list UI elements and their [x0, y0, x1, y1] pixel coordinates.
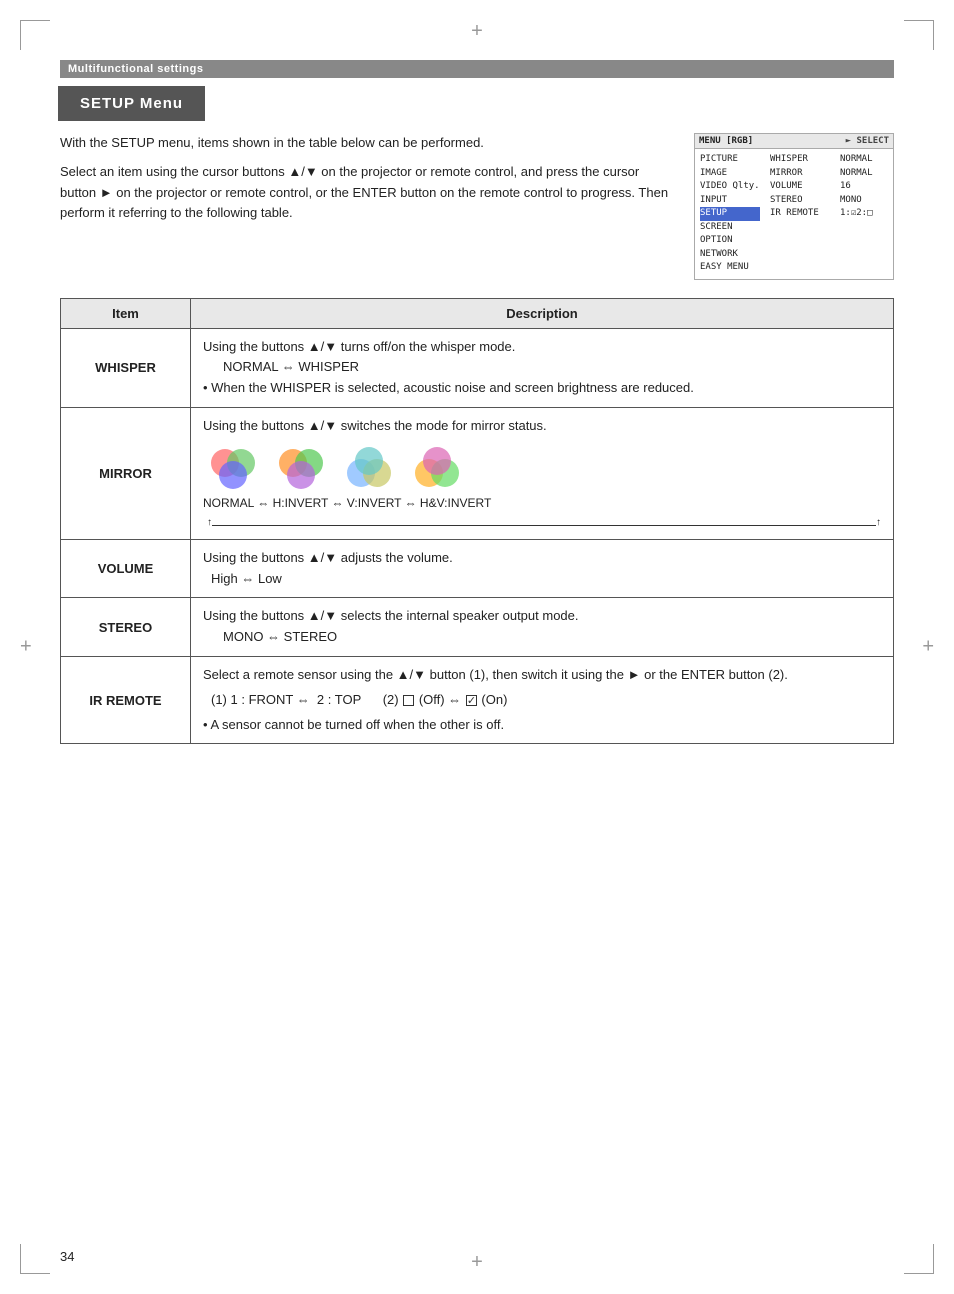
menu-set-mono: MONO — [840, 194, 885, 208]
menu-set-ir: 1:☑2:□ — [840, 207, 885, 221]
mirror-img-vinvert — [339, 445, 399, 490]
stereo-line2: MONO ⇔ STEREO — [223, 627, 881, 648]
volume-line1: Using the buttons ▲/▼ adjusts the volume… — [203, 548, 881, 569]
menu-val-whisper: WHISPER — [770, 153, 830, 167]
whisper-line2: NORMAL ⇔ WHISPER — [223, 357, 881, 378]
item-mirror: MIRROR — [61, 407, 191, 539]
menu-row-video: VIDEO Qlty. — [700, 180, 760, 194]
table-row-volume: VOLUME Using the buttons ▲/▼ adjusts the… — [61, 539, 894, 598]
menu-col-settings: NORMAL NORMAL 16 MONO 1:☑2:□ — [835, 151, 890, 277]
menu-row-screen: SCREEN — [700, 221, 760, 235]
main-table: Item Description WHISPER Using the butto… — [60, 298, 894, 745]
menu-val-irremote: IR REMOTE — [770, 207, 830, 221]
checkbox-off — [403, 695, 414, 706]
corner-mark-br — [904, 1244, 934, 1274]
desc-stereo: Using the buttons ▲/▼ selects the intern… — [191, 598, 894, 657]
page-number: 34 — [60, 1249, 74, 1264]
mirror-return-arrow: ↑ ↑ — [207, 515, 881, 531]
menu-val-volume: VOLUME — [770, 180, 830, 194]
menu-screenshot-header: MENU [RGB] ► SELECT — [695, 134, 893, 149]
menu-val-mirror: MIRROR — [770, 167, 830, 181]
crosshair-right — [922, 636, 934, 659]
crosshair-bottom — [471, 1251, 483, 1274]
mirror-images — [203, 445, 881, 490]
menu-header-right: ► SELECT — [846, 136, 889, 146]
intro-section: With the SETUP menu, items shown in the … — [60, 133, 894, 280]
table-header-item: Item — [61, 298, 191, 328]
item-volume: VOLUME — [61, 539, 191, 598]
menu-row-input: INPUT — [700, 194, 760, 208]
menu-header-left: MENU [RGB] — [699, 136, 753, 146]
page-title: SETUP Menu — [80, 95, 183, 112]
crosshair-left — [20, 636, 32, 659]
stereo-line1: Using the buttons ▲/▼ selects the intern… — [203, 606, 881, 627]
mirror-img-normal — [203, 445, 263, 490]
menu-col-values: WHISPER MIRROR VOLUME STEREO IR REMOTE — [765, 151, 835, 277]
section-header: Multifunctional settings — [60, 60, 894, 78]
menu-set-16: 16 — [840, 180, 885, 194]
menu-row-picture: PICTURE — [700, 153, 760, 167]
table-header-desc: Description — [191, 298, 894, 328]
irremote-line3: • A sensor cannot be turned off when the… — [203, 715, 881, 736]
mirror-line1: Using the buttons ▲/▼ switches the mode … — [203, 416, 881, 437]
title-box: SETUP Menu — [60, 88, 203, 119]
intro-p2: Select an item using the cursor buttons … — [60, 162, 674, 224]
item-stereo: STEREO — [61, 598, 191, 657]
volume-line2: High ⇔ Low — [211, 569, 881, 590]
irremote-line1: Select a remote sensor using the ▲/▼ but… — [203, 665, 881, 686]
corner-mark-bl — [20, 1244, 50, 1274]
desc-mirror: Using the buttons ▲/▼ switches the mode … — [191, 407, 894, 539]
irremote-line2: (1) 1 : FRONT ⇔ 2 : TOP (2) (Off) ⇔ (On) — [211, 690, 881, 711]
whisper-line1: Using the buttons ▲/▼ turns off/on the w… — [203, 337, 881, 358]
corner-mark-tl — [20, 20, 50, 50]
desc-irremote: Select a remote sensor using the ▲/▼ but… — [191, 657, 894, 744]
item-irremote: IR REMOTE — [61, 657, 191, 744]
table-row-irremote: IR REMOTE Select a remote sensor using t… — [61, 657, 894, 744]
table-row-stereo: STEREO Using the buttons ▲/▼ selects the… — [61, 598, 894, 657]
crosshair-top — [471, 20, 483, 43]
table-row-mirror: MIRROR Using the buttons ▲/▼ switches th… — [61, 407, 894, 539]
intro-p1: With the SETUP menu, items shown in the … — [60, 133, 674, 154]
menu-screenshot: MENU [RGB] ► SELECT PICTURE IMAGE VIDEO … — [694, 133, 894, 280]
menu-col-items: PICTURE IMAGE VIDEO Qlty. INPUT SETUP SC… — [695, 151, 765, 277]
menu-set-normal1: NORMAL — [840, 153, 885, 167]
menu-row-network: NETWORK — [700, 248, 760, 262]
menu-set-normal2: NORMAL — [840, 167, 885, 181]
menu-row-easymenu: EASY MENU — [700, 261, 760, 275]
desc-volume: Using the buttons ▲/▼ adjusts the volume… — [191, 539, 894, 598]
menu-row-setup: SETUP — [700, 207, 760, 221]
table-row-whisper: WHISPER Using the buttons ▲/▼ turns off/… — [61, 328, 894, 407]
menu-val-stereo: STEREO — [770, 194, 830, 208]
mirror-modes: NORMAL ⇔ H:INVERT ⇔ V:INVERT ⇔ H&V:INVER… — [203, 494, 881, 513]
corner-mark-tr — [904, 20, 934, 50]
item-whisper: WHISPER — [61, 328, 191, 407]
desc-whisper: Using the buttons ▲/▼ turns off/on the w… — [191, 328, 894, 407]
menu-body: PICTURE IMAGE VIDEO Qlty. INPUT SETUP SC… — [695, 149, 893, 279]
whisper-line3: • When the WHISPER is selected, acoustic… — [203, 378, 881, 399]
mirror-img-hinvert — [271, 445, 331, 490]
menu-row-option: OPTION — [700, 234, 760, 248]
intro-text: With the SETUP menu, items shown in the … — [60, 133, 674, 280]
checkbox-on — [466, 695, 477, 706]
menu-row-image: IMAGE — [700, 167, 760, 181]
mirror-img-hvinvert — [407, 445, 467, 490]
